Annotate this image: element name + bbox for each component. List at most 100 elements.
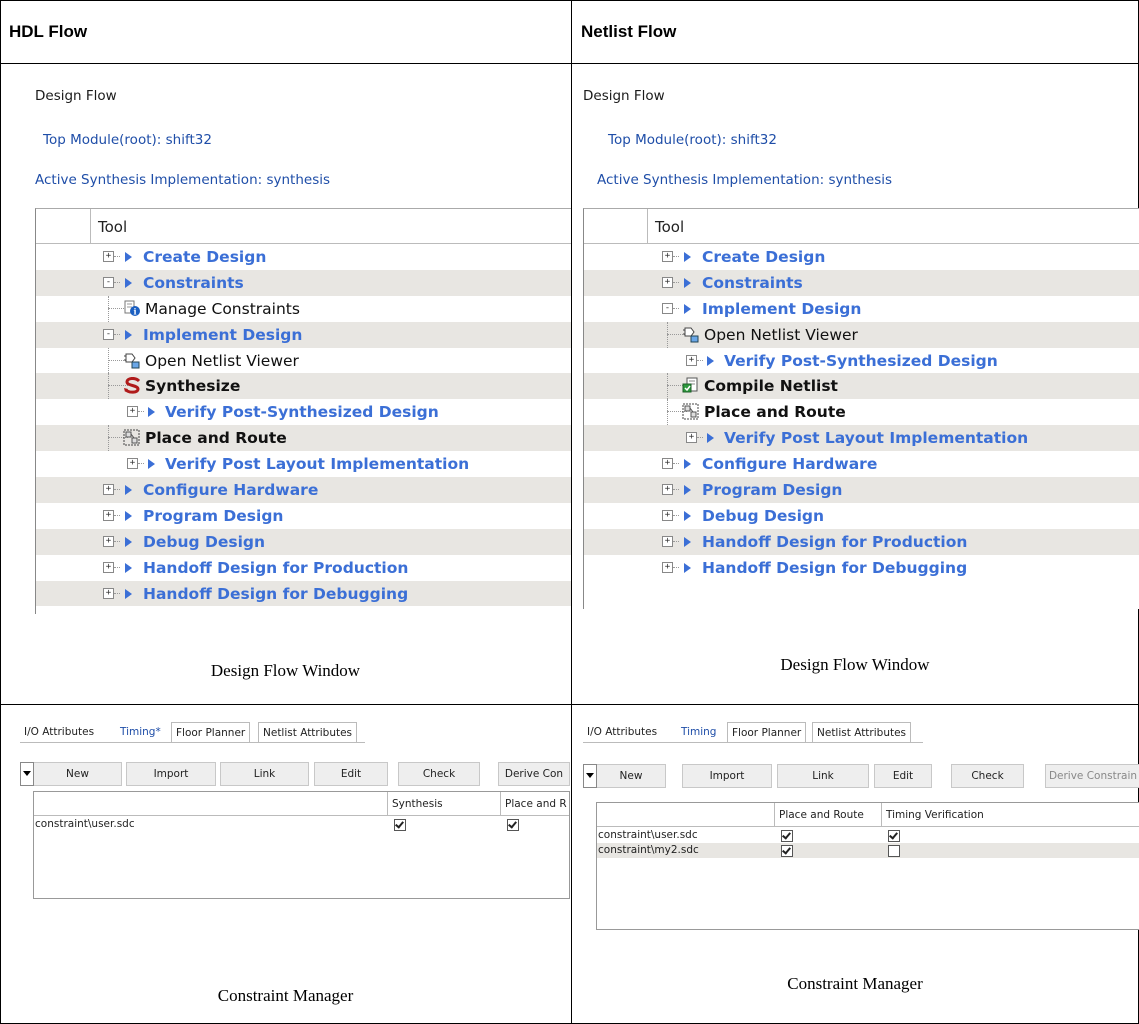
tree-item-label[interactable]: Create Design bbox=[702, 248, 825, 266]
tree-row[interactable]: + Handoff Design for Debugging bbox=[36, 580, 571, 607]
tree-item-label[interactable]: Implement Design bbox=[143, 326, 302, 344]
tree-item-label[interactable]: Constraints bbox=[143, 274, 244, 292]
expand-icon[interactable]: + bbox=[662, 509, 673, 521]
constraint-checkbox[interactable] bbox=[888, 845, 900, 857]
edit-button[interactable]: Edit bbox=[314, 762, 388, 786]
tree-item-label[interactable]: Place and Route bbox=[704, 403, 846, 421]
tree-item-label[interactable]: Implement Design bbox=[702, 300, 861, 318]
tree-row[interactable]: Synthesize bbox=[36, 373, 571, 400]
tab-timing[interactable]: Timing bbox=[677, 722, 721, 742]
tree-row[interactable]: - Implement Design bbox=[584, 296, 1139, 322]
tree-item-label[interactable]: Verify Post-Synthesized Design bbox=[165, 403, 439, 421]
tree-row[interactable]: + Verify Post Layout Implementation bbox=[36, 451, 571, 477]
collapse-icon[interactable]: - bbox=[103, 276, 114, 288]
check-button[interactable]: Check bbox=[398, 762, 480, 786]
tree-item-label[interactable]: Configure Hardware bbox=[143, 481, 318, 499]
category-arrow-icon[interactable] bbox=[684, 252, 691, 262]
category-arrow-icon[interactable] bbox=[684, 459, 691, 470]
tree-item-label[interactable]: Constraints bbox=[702, 274, 803, 292]
expand-icon[interactable]: + bbox=[103, 587, 114, 599]
tab-floor-planner[interactable]: Floor Planner bbox=[727, 722, 807, 743]
category-arrow-icon[interactable] bbox=[125, 510, 132, 521]
tab-i-o-attributes[interactable]: I/O Attributes bbox=[583, 722, 662, 742]
tree-item-label[interactable]: Configure Hardware bbox=[702, 455, 877, 473]
tree-row[interactable]: i Manage Constraints bbox=[36, 295, 571, 322]
import-button[interactable]: Import bbox=[126, 762, 216, 786]
column-header[interactable] bbox=[34, 792, 388, 816]
constraint-row[interactable]: constraint\my2.sdc bbox=[597, 843, 1139, 858]
expand-icon[interactable]: + bbox=[103, 251, 114, 262]
tree-row[interactable]: - Implement Design bbox=[36, 321, 571, 348]
tree-row[interactable]: + Configure Hardware bbox=[584, 451, 1139, 477]
tree-item-label[interactable]: Verify Post-Synthesized Design bbox=[724, 352, 998, 370]
link-button[interactable]: Link bbox=[220, 762, 309, 786]
tree-row[interactable]: + Verify Post-Synthesized Design bbox=[36, 399, 571, 425]
constraint-row[interactable]: constraint\user.sdc bbox=[597, 828, 1139, 843]
expand-icon[interactable]: + bbox=[662, 458, 673, 470]
tree-item-label[interactable]: Debug Design bbox=[143, 533, 265, 551]
new-button[interactable]: New bbox=[33, 762, 122, 786]
tab-timing[interactable]: Timing* bbox=[116, 722, 165, 742]
check-button[interactable]: Check bbox=[951, 764, 1024, 788]
category-arrow-icon[interactable] bbox=[148, 459, 155, 470]
tab-floor-planner[interactable]: Floor Planner bbox=[171, 722, 251, 743]
tree-item-label[interactable]: Program Design bbox=[143, 507, 283, 525]
tree-item-label[interactable]: Open Netlist Viewer bbox=[704, 326, 858, 344]
tool-column-header[interactable]: Tool bbox=[584, 209, 1139, 244]
tab-i-o-attributes[interactable]: I/O Attributes bbox=[20, 722, 99, 742]
expand-icon[interactable]: + bbox=[103, 509, 114, 521]
tree-item-label[interactable]: Create Design bbox=[143, 248, 266, 266]
tree-row[interactable]: + Handoff Design for Debugging bbox=[584, 555, 1139, 581]
derive-constrain-button[interactable]: Derive Constrain bbox=[1045, 764, 1139, 788]
new-button[interactable]: New bbox=[596, 764, 666, 788]
tab-netlist-attributes[interactable]: Netlist Attributes bbox=[258, 722, 358, 743]
tree-row[interactable]: - Constraints bbox=[36, 269, 571, 296]
tree-row[interactable]: + Program Design bbox=[584, 477, 1139, 503]
tree-item-label[interactable]: Handoff Design for Debugging bbox=[143, 585, 408, 603]
edit-button[interactable]: Edit bbox=[874, 764, 932, 788]
link-button[interactable]: Link bbox=[777, 764, 869, 788]
category-arrow-icon[interactable] bbox=[707, 355, 714, 366]
category-arrow-icon[interactable] bbox=[684, 510, 691, 521]
tree-row[interactable]: + Debug Design bbox=[36, 528, 571, 555]
derive-con-button[interactable]: Derive Con bbox=[498, 762, 570, 786]
constraint-checkbox[interactable] bbox=[394, 819, 406, 831]
expand-icon[interactable]: + bbox=[662, 251, 673, 262]
column-header[interactable]: Place and R bbox=[501, 792, 569, 816]
category-arrow-icon[interactable] bbox=[125, 588, 132, 599]
tree-item-label[interactable]: Synthesize bbox=[145, 377, 240, 395]
category-arrow-icon[interactable] bbox=[125, 252, 132, 262]
tree-row[interactable]: Open Netlist Viewer bbox=[36, 347, 571, 374]
tree-item-label[interactable]: Handoff Design for Debugging bbox=[702, 559, 967, 577]
category-arrow-icon[interactable] bbox=[684, 536, 691, 547]
constraint-checkbox[interactable] bbox=[781, 830, 793, 842]
tree-row[interactable]: + Create Design bbox=[584, 244, 1139, 270]
column-header[interactable]: Synthesis bbox=[388, 792, 501, 816]
tree-row[interactable]: + Handoff Design for Production bbox=[584, 528, 1139, 555]
tree-item-label[interactable]: Compile Netlist bbox=[704, 377, 838, 395]
active-synthesis-link[interactable]: Active Synthesis Implementation: synthes… bbox=[597, 172, 892, 188]
tree-row[interactable]: Place and Route bbox=[36, 425, 571, 452]
tree-item-label[interactable]: Verify Post Layout Implementation bbox=[165, 455, 469, 473]
category-arrow-icon[interactable] bbox=[684, 303, 691, 314]
category-arrow-icon[interactable] bbox=[684, 277, 691, 288]
constraint-checkbox[interactable] bbox=[888, 830, 900, 842]
tree-row[interactable]: + Configure Hardware bbox=[36, 477, 571, 503]
import-button[interactable]: Import bbox=[682, 764, 772, 788]
tree-row[interactable]: Compile Netlist bbox=[584, 373, 1139, 400]
expand-icon[interactable]: + bbox=[662, 561, 673, 573]
edit-dropdown-icon[interactable] bbox=[20, 762, 34, 786]
tree-row[interactable]: + Program Design bbox=[36, 503, 571, 529]
expand-icon[interactable]: + bbox=[127, 406, 138, 418]
constraint-row[interactable]: constraint\user.sdc bbox=[34, 817, 569, 832]
tree-row[interactable]: + Verify Post Layout Implementation bbox=[584, 425, 1139, 452]
expand-icon[interactable]: + bbox=[662, 535, 673, 547]
collapse-icon[interactable]: - bbox=[103, 328, 114, 340]
tab-netlist-attributes[interactable]: Netlist Attributes bbox=[812, 722, 912, 743]
tree-item-label[interactable]: Handoff Design for Production bbox=[702, 533, 967, 551]
collapse-icon[interactable]: - bbox=[662, 302, 673, 314]
category-arrow-icon[interactable] bbox=[707, 433, 714, 444]
tree-row[interactable]: Open Netlist Viewer bbox=[584, 321, 1139, 348]
category-arrow-icon[interactable] bbox=[125, 485, 132, 496]
expand-icon[interactable]: + bbox=[103, 561, 114, 573]
